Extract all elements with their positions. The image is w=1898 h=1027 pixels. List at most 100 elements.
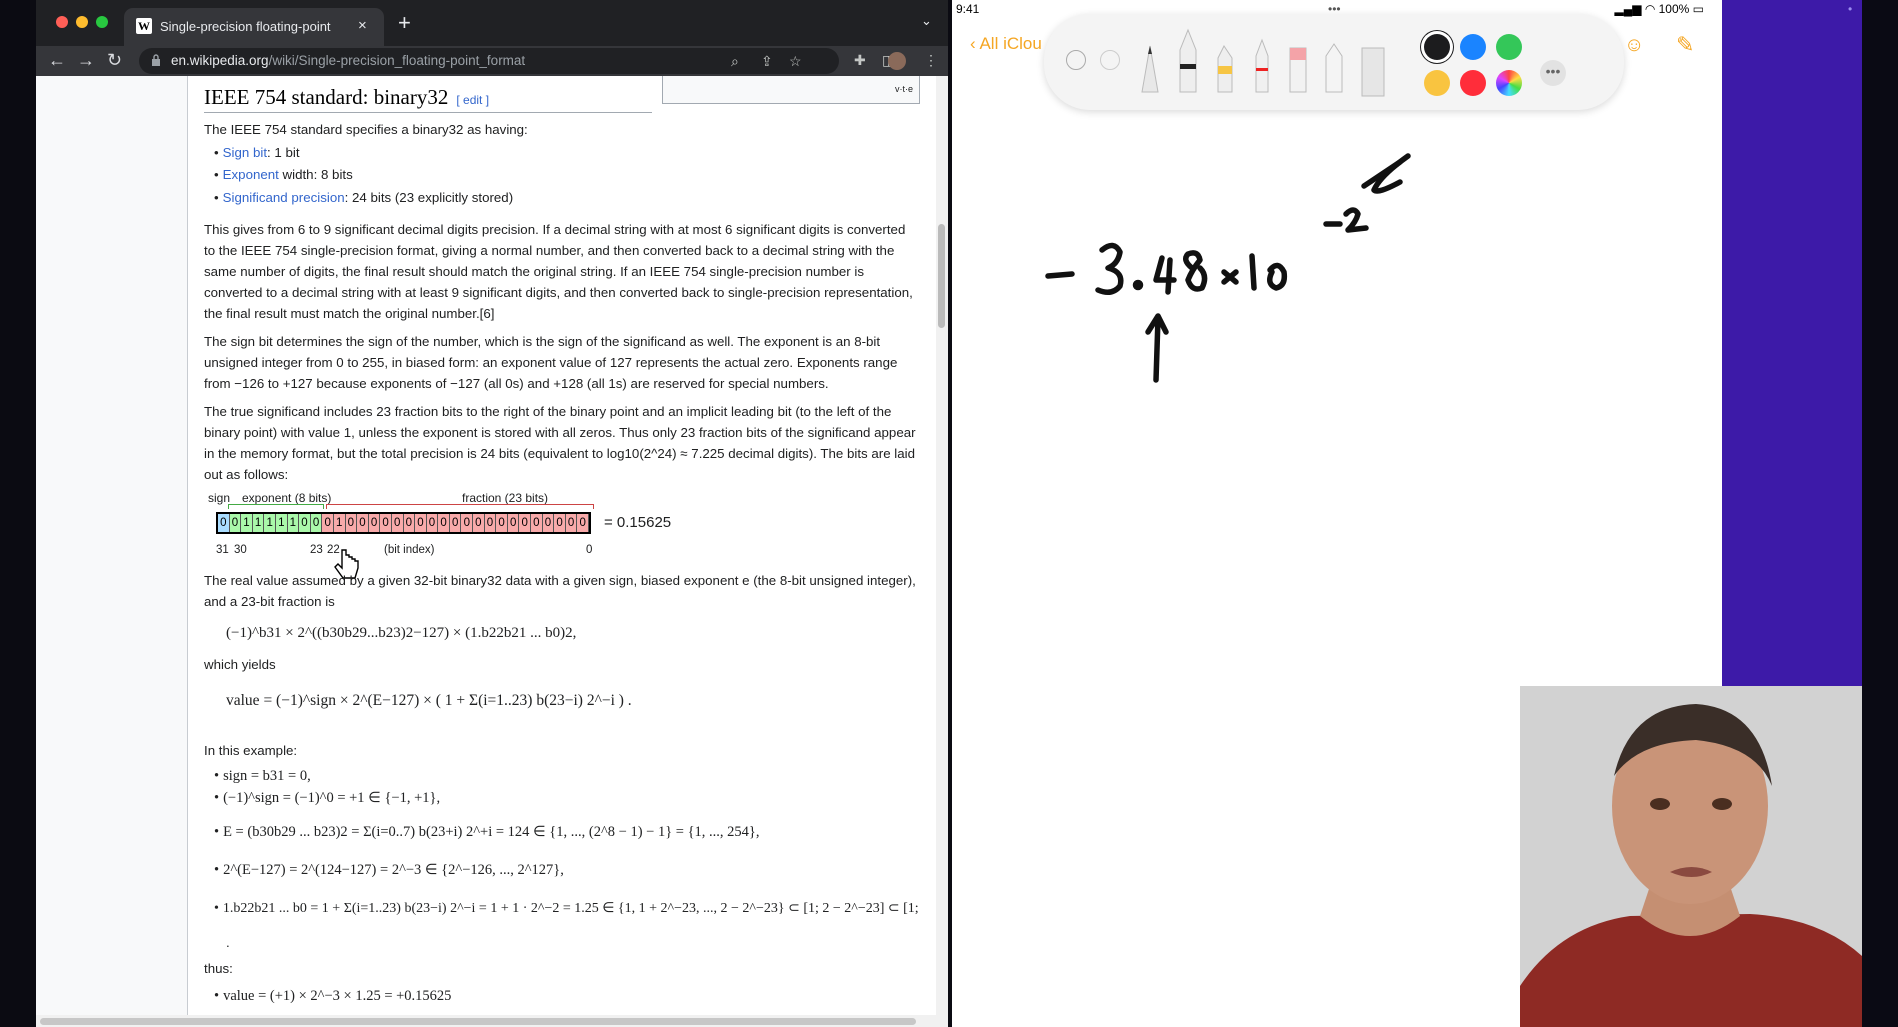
vertical-scroll-thumb[interactable] xyxy=(938,224,945,328)
bit-index-30: 30 xyxy=(234,544,247,556)
color-picker-wheel[interactable] xyxy=(1496,70,1522,96)
bit-cell: 0 xyxy=(507,514,520,532)
example-item: E = (b30b29 ... b23)2 = Σ(i=0..7) b(23+i… xyxy=(214,822,759,843)
profile-avatar[interactable] xyxy=(888,52,906,70)
list-item-text: : 24 bits (23 explicitly stored) xyxy=(344,190,514,205)
bit-cell: 0 xyxy=(345,514,358,532)
webcam-overlay xyxy=(1520,686,1862,1027)
bit-cell: 0 xyxy=(322,514,334,532)
address-bar[interactable]: en.wikipedia.org/wiki/Single-precision_f… xyxy=(139,48,839,74)
color-swatch-blue[interactable] xyxy=(1460,34,1486,60)
extensions-puzzle-icon[interactable]: ✚ xyxy=(854,52,866,69)
bit-cell: 0 xyxy=(310,514,323,532)
bit-cell: 0 xyxy=(565,514,578,532)
left-margin xyxy=(36,76,188,1027)
bit-cell: 0 xyxy=(577,514,589,532)
color-swatch-red[interactable] xyxy=(1460,70,1486,96)
list-item-text: width: 8 bits xyxy=(278,167,353,182)
markup-tool-palette: ••• xyxy=(1044,14,1624,110)
bit-layout-diagram: sign exponent (8 bits) fraction (23 bits… xyxy=(206,486,766,566)
paragraph-line: and a 23-bit fraction is xyxy=(204,594,335,609)
signal-icon: ▂▄▆ xyxy=(1614,2,1645,16)
bit-cell: 0 xyxy=(438,514,450,532)
wikipedia-favicon-icon: W xyxy=(136,18,152,34)
bit-cell: 0 xyxy=(484,514,497,532)
horizontal-scroll-thumb[interactable] xyxy=(40,1018,916,1025)
list-item: Sign bit: 1 bit xyxy=(214,142,300,163)
edit-link[interactable]: [ edit ] xyxy=(456,93,489,107)
bit-cell: 1 xyxy=(333,514,346,532)
forward-arrow-icon[interactable]: → xyxy=(77,49,95,71)
compose-icon[interactable]: ✎ xyxy=(1676,32,1694,58)
bookmark-star-icon[interactable]: ☆ xyxy=(789,53,802,70)
back-arrow-icon[interactable]: ← xyxy=(48,49,66,71)
example-item: 2^(E−127) = 2^(124−127) = 2^−3 ∈ {2^−126… xyxy=(214,860,564,881)
search-icon[interactable]: ⌕ xyxy=(731,53,739,70)
paragraph-line: binary point) with value 1, unless the e… xyxy=(204,425,916,440)
heading-rule xyxy=(204,112,652,113)
paragraph-line: same number of digits, the final result … xyxy=(204,264,865,279)
heading-text: IEEE 754 standard: binary32 xyxy=(204,85,449,109)
sign-bit-link[interactable]: Sign bit xyxy=(223,145,267,160)
vertical-scrollbar[interactable] xyxy=(936,76,948,1027)
list-item-text: : 1 bit xyxy=(267,145,300,160)
more-menu-icon[interactable]: ⋮ xyxy=(924,52,938,69)
share-icon[interactable]: ⇪ xyxy=(761,53,773,70)
close-tab-icon[interactable]: × xyxy=(358,17,367,34)
example-label: In this example: xyxy=(204,743,298,758)
exponent-bracket xyxy=(228,504,324,509)
screen-edge xyxy=(1862,0,1898,1027)
paragraph-line: The true significand includes 23 fractio… xyxy=(204,404,892,419)
paragraph-line: to the IEEE 754 single-precision format,… xyxy=(204,243,895,258)
new-tab-icon[interactable]: + xyxy=(398,10,411,36)
close-window-button[interactable] xyxy=(56,16,68,28)
color-swatch-black[interactable] xyxy=(1424,34,1450,60)
list-item: Significand precision: 24 bits (23 expli… xyxy=(214,187,513,208)
handwritten-note xyxy=(1045,153,1411,383)
color-swatch-green[interactable] xyxy=(1496,34,1522,60)
redo-icon[interactable] xyxy=(1100,50,1120,70)
bit-cell: 0 xyxy=(229,514,242,532)
drawing-tools[interactable] xyxy=(1140,20,1390,106)
bit-cell: 0 xyxy=(218,514,230,532)
bit-cell: 0 xyxy=(519,514,532,532)
bit-cell: 0 xyxy=(473,514,485,532)
bit-cell: 0 xyxy=(461,514,474,532)
paragraph-line: converted to a decimal string with at le… xyxy=(204,285,913,300)
bit-cell: 0 xyxy=(449,514,462,532)
more-options-icon[interactable]: ••• xyxy=(1540,60,1566,86)
exponent-link[interactable]: Exponent xyxy=(223,167,279,182)
trailing-dot: . xyxy=(226,935,230,950)
desktop-background xyxy=(1722,0,1862,690)
formula-binary32: (−1)^b31 × 2^((b30b29...b23)2−127) × (1.… xyxy=(226,625,577,641)
significand-precision-link[interactable]: Significand precision xyxy=(223,190,345,205)
markup-toggle-icon[interactable]: ☺ xyxy=(1624,34,1644,57)
chevron-down-icon[interactable]: ⌄ xyxy=(921,13,932,29)
bit-cell: 1 xyxy=(264,514,276,532)
bit-cell: 0 xyxy=(380,514,392,532)
undo-icon[interactable] xyxy=(1066,50,1086,70)
bit-cell: 0 xyxy=(403,514,416,532)
url-text: en.wikipedia.org/wiki/Single-precision_f… xyxy=(171,53,525,68)
maximize-window-button[interactable] xyxy=(96,16,108,28)
minimize-window-button[interactable] xyxy=(76,16,88,28)
back-to-folders-button[interactable]: ‹ All iClou xyxy=(970,34,1042,54)
bit-cell: 0 xyxy=(368,514,381,532)
color-swatch-yellow[interactable] xyxy=(1424,70,1450,96)
bit-cell: 0 xyxy=(299,514,311,532)
browser-toolbar: ← → ↻ en.wikipedia.org/wiki/Single-preci… xyxy=(36,46,948,76)
tab-strip: W Single-precision floating-point × + ⌄ xyxy=(36,0,948,46)
wifi-icon: ◠ xyxy=(1644,2,1659,16)
paragraph-line: unsigned integer from 0 to 255, in biase… xyxy=(204,355,898,370)
reload-icon[interactable]: ↻ xyxy=(107,49,122,71)
paragraph-line: This gives from 6 to 9 significant decim… xyxy=(204,222,906,237)
status-time: 9:41 xyxy=(956,2,980,16)
browser-tab[interactable]: W Single-precision floating-point × xyxy=(124,8,384,46)
paragraph-line: from −126 to +127 because exponents of −… xyxy=(204,376,829,391)
bit-cell: 0 xyxy=(496,514,508,532)
bit-cell: 0 xyxy=(391,514,404,532)
bit-cell: 0 xyxy=(426,514,439,532)
status-right: ▂▄▆ ◠ 100% ▭ xyxy=(1615,2,1704,16)
bit-index-31: 31 xyxy=(216,544,229,556)
example-item: 1.b22b21 ... b0 = 1 + Σ(i=1..23) b(23−i)… xyxy=(214,898,934,919)
